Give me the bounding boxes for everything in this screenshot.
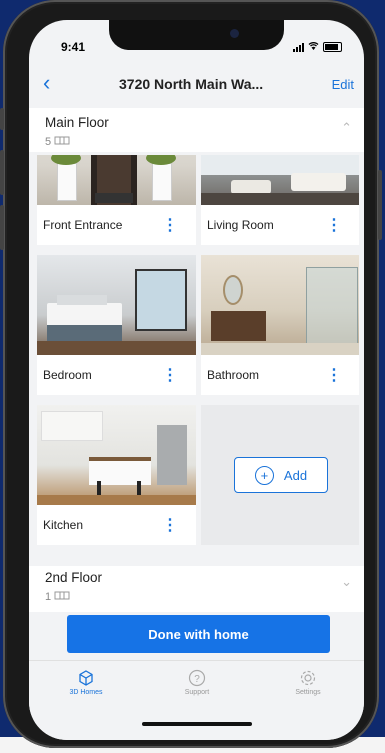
- back-chevron-icon[interactable]: ‹: [43, 70, 50, 96]
- room-card[interactable]: Bathroom ⋮: [201, 255, 359, 395]
- room-count: 5: [45, 135, 70, 148]
- bedroom-photo: [37, 255, 196, 355]
- room-label: Front Entrance: [43, 218, 123, 232]
- floor-name: 2nd Floor: [45, 570, 103, 585]
- camera-icon: [230, 29, 239, 38]
- room-count: 1: [45, 590, 70, 603]
- svg-text:?: ?: [194, 674, 200, 685]
- question-icon: ?: [157, 669, 237, 689]
- more-options-icon[interactable]: ⋮: [326, 365, 342, 385]
- room-card[interactable]: Kitchen ⋮: [37, 405, 196, 545]
- front-entrance-photo: [37, 155, 196, 205]
- floor-name: Main Floor: [45, 115, 109, 130]
- tab-settings[interactable]: Settings: [268, 669, 348, 696]
- room-label: Kitchen: [43, 518, 84, 532]
- room-label: Living Room: [207, 218, 274, 232]
- mute-switch: [0, 108, 4, 130]
- page-title: 3720 North Main Wa...: [119, 76, 264, 92]
- tab-label: Support: [184, 689, 210, 696]
- volume-up-button: [0, 150, 4, 195]
- tab-3d-homes[interactable]: 3D Homes: [46, 669, 126, 696]
- gear-icon: [268, 669, 348, 689]
- bathroom-photo: [201, 255, 359, 355]
- system-icons: [293, 41, 342, 53]
- room-grid: Front Entrance ⋮ Living Room ⋮ Bedroom ⋮…: [37, 155, 359, 560]
- power-button: [378, 170, 382, 240]
- more-options-icon[interactable]: ⋮: [162, 365, 178, 385]
- battery-icon: [323, 42, 342, 52]
- floor-header-2nd[interactable]: 2nd Floor 1 ⌄: [29, 560, 364, 612]
- tab-label: Settings: [295, 689, 321, 696]
- rooms-icon: [54, 136, 70, 145]
- room-card[interactable]: Bedroom ⋮: [37, 255, 196, 395]
- room-card[interactable]: Front Entrance ⋮: [37, 155, 196, 245]
- signal-icon: [293, 42, 304, 52]
- app-screen: 9:41 ‹ 3720 North Main Wa... Edit Main F…: [29, 20, 364, 740]
- volume-down-button: [0, 205, 4, 250]
- room-label: Bathroom: [207, 368, 260, 382]
- more-options-icon[interactable]: ⋮: [162, 215, 178, 235]
- chevron-down-icon[interactable]: ⌄: [341, 574, 352, 590]
- status-time: 9:41: [61, 40, 86, 54]
- kitchen-photo: [37, 405, 196, 505]
- plus-circle-icon: +: [254, 465, 274, 485]
- edit-button[interactable]: Edit: [332, 77, 354, 92]
- living-room-photo: [201, 155, 359, 205]
- nav-bar: ‹ 3720 North Main Wa... Edit: [29, 64, 364, 104]
- notch: [109, 20, 284, 50]
- phone-frame: 9:41 ‹ 3720 North Main Wa... Edit Main F…: [0, 0, 382, 748]
- wifi-icon: [308, 41, 319, 53]
- rooms-icon: [54, 591, 70, 600]
- add-room-tile: + Add: [201, 405, 359, 545]
- room-card[interactable]: Living Room ⋮: [201, 155, 359, 245]
- home-indicator: [142, 722, 252, 726]
- room-label: Bedroom: [43, 368, 92, 382]
- chevron-up-icon[interactable]: ⌃: [341, 120, 352, 136]
- done-with-home-button[interactable]: Done with home: [67, 615, 330, 653]
- more-options-icon[interactable]: ⋮: [162, 515, 178, 535]
- add-label: Add: [283, 467, 308, 483]
- floor-header-main[interactable]: Main Floor 5 ⌃: [29, 108, 364, 152]
- cube-icon: [46, 669, 126, 689]
- more-options-icon[interactable]: ⋮: [326, 215, 342, 235]
- tab-bar: 3D Homes ? Support Settings: [29, 660, 364, 740]
- tab-support[interactable]: ? Support: [157, 669, 237, 696]
- tab-label: 3D Homes: [69, 689, 103, 696]
- add-room-button[interactable]: + Add: [234, 457, 328, 493]
